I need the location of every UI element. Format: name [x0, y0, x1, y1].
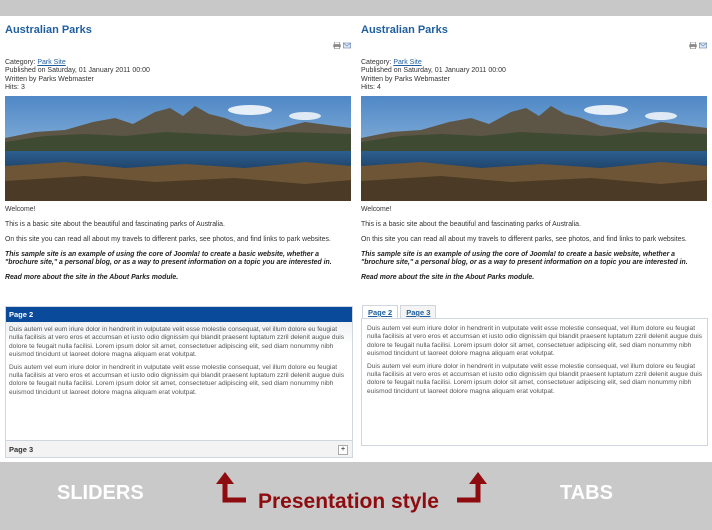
park-landscape-photo — [361, 96, 707, 201]
info-paragraph: On this site you can read all about my t… — [361, 235, 687, 243]
intro-paragraph: This is a basic site about the beautiful… — [361, 220, 581, 228]
category-link[interactable]: Park Site — [37, 59, 65, 66]
tab-paragraph: Duis autem vel eum iriure dolor in hendr… — [367, 362, 702, 395]
article-icons — [689, 42, 707, 49]
hits-count: Hits: 3 — [5, 84, 25, 92]
tab-paragraph: Duis autem vel eum iriure dolor in hendr… — [367, 325, 702, 358]
park-landscape-photo — [5, 96, 351, 201]
email-icon[interactable] — [699, 42, 707, 49]
category-link[interactable]: Park Site — [393, 59, 421, 66]
tabs-caption: TABS — [560, 482, 613, 504]
author: Written by Parks Webmaster — [5, 75, 94, 83]
category-label: Category: — [361, 59, 392, 66]
tabs-example-panel: Australian Parks Category: Park Site Pub… — [356, 16, 712, 462]
sliders-example-panel: Australian Parks Category: Park Site Pub… — [0, 16, 356, 462]
slider-content: Duis autem vel eum iriure dolor in hendr… — [6, 322, 352, 438]
published-date: Published on Saturday, 01 January 2011 0… — [5, 67, 150, 75]
article-title[interactable]: Australian Parks — [5, 24, 92, 36]
slider-header-page-3[interactable]: Page 3 + — [6, 440, 352, 457]
article-body: Welcome! This is a basic site about the … — [361, 206, 707, 289]
email-icon[interactable] — [343, 42, 351, 49]
read-more-paragraph: Read more about the site in the About Pa… — [5, 274, 179, 282]
hits-count: Hits: 4 — [361, 84, 381, 92]
sample-site-paragraph: This sample site is an example of using … — [5, 250, 332, 267]
print-icon[interactable] — [689, 42, 697, 49]
category-label: Category: — [5, 59, 36, 66]
intro-paragraph: This is a basic site about the beautiful… — [5, 220, 225, 228]
slider-header-label: Page 3 — [9, 445, 34, 454]
caption-strip: SLIDERS Presentation style TABS — [0, 462, 712, 530]
slider-paragraph: Duis autem vel eum iriure dolor in hendr… — [9, 326, 344, 359]
author: Written by Parks Webmaster — [361, 75, 450, 83]
sliders-widget: Page 2 Duis autem vel eum iriure dolor i… — [5, 306, 353, 458]
top-strip — [0, 0, 712, 16]
article-meta: Category: Park Site Published on Saturda… — [5, 59, 150, 93]
arrow-up-right-icon — [457, 472, 487, 503]
tab-page-2[interactable]: Page 2 — [362, 305, 399, 319]
article-title[interactable]: Australian Parks — [361, 24, 448, 36]
tab-panel: Duis autem vel eum iriure dolor in hendr… — [361, 318, 708, 446]
tab-bar: Page 2 Page 3 — [362, 305, 437, 319]
article-body: Welcome! This is a basic site about the … — [5, 206, 351, 289]
arrow-up-left-icon — [216, 472, 246, 503]
welcome-text: Welcome! — [5, 206, 36, 213]
read-more-paragraph: Read more about the site in the About Pa… — [361, 274, 535, 282]
expand-plus-icon[interactable]: + — [338, 445, 348, 455]
print-icon[interactable] — [333, 42, 341, 49]
slider-paragraph: Duis autem vel eum iriure dolor in hendr… — [9, 363, 344, 396]
info-paragraph: On this site you can read all about my t… — [5, 235, 331, 243]
article-icons — [333, 42, 351, 49]
presentation-style-caption: Presentation style — [258, 490, 439, 513]
tab-content: Duis autem vel eum iriure dolor in hendr… — [362, 319, 707, 396]
published-date: Published on Saturday, 01 January 2011 0… — [361, 67, 506, 75]
slider-header-page-2[interactable]: Page 2 — [6, 307, 352, 322]
sliders-caption: SLIDERS — [57, 482, 144, 504]
tab-page-3[interactable]: Page 3 — [400, 305, 437, 319]
article-meta: Category: Park Site Published on Saturda… — [361, 59, 506, 93]
welcome-text: Welcome! — [361, 206, 392, 213]
sample-site-paragraph: This sample site is an example of using … — [361, 250, 688, 267]
